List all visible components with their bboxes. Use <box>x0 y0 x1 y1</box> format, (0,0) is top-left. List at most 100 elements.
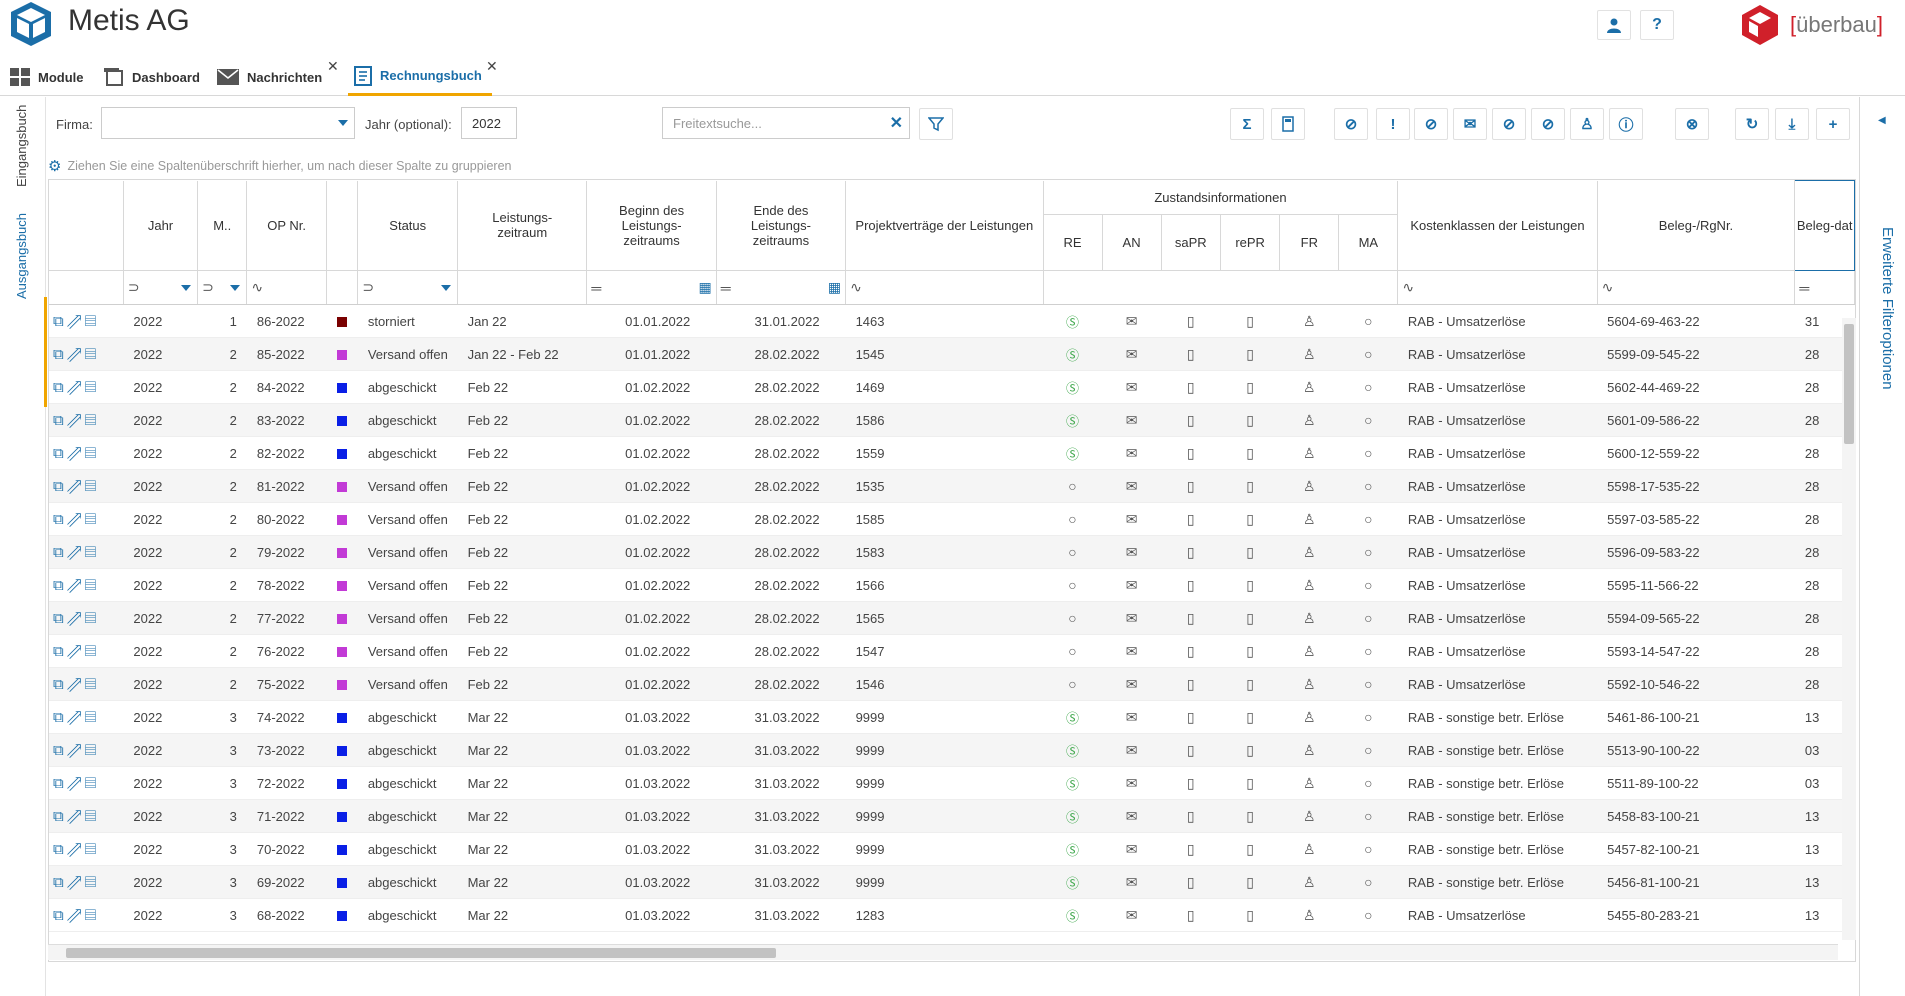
share-icon[interactable]: ⇗ <box>67 544 85 561</box>
cancel-button[interactable]: ⊗ <box>1675 108 1709 140</box>
clipboard-icon[interactable]: ▯ <box>1187 874 1195 890</box>
share-icon[interactable]: ⇗ <box>67 610 85 627</box>
clipboard-icon[interactable]: ▯ <box>1187 412 1195 428</box>
close-tab-nachrichten-icon[interactable]: ✕ <box>327 58 339 75</box>
circle-icon[interactable]: ○ <box>1068 676 1076 692</box>
envelope-open-icon[interactable]: ✉ <box>1126 775 1138 791</box>
circle-icon[interactable]: ○ <box>1364 346 1372 362</box>
pdf-icon[interactable]: ▤ <box>85 445 99 462</box>
clipboard-icon[interactable]: ▯ <box>1246 907 1254 923</box>
share-icon[interactable]: ⇗ <box>67 379 85 396</box>
share-icon[interactable]: ⇗ <box>67 874 85 891</box>
clipboard-icon[interactable]: ▯ <box>1246 742 1254 758</box>
pdf-icon[interactable]: ▤ <box>85 577 99 594</box>
advanced-filter-label[interactable]: Erweiterte Filteroptionen <box>1879 227 1896 390</box>
pdf-icon[interactable]: ▤ <box>85 907 99 924</box>
table-row[interactable]: ⧉⇗▤ 2022 2 85-2022 Versand offen Jan 22 … <box>49 337 1855 371</box>
calendar-icon[interactable]: ▦ <box>699 279 712 296</box>
tab-module[interactable]: Module <box>10 58 84 96</box>
clipboard-icon[interactable]: ▯ <box>1246 313 1254 329</box>
header-repr[interactable]: rePR <box>1220 214 1281 271</box>
table-row[interactable]: ⧉⇗▤ 2022 2 84-2022 abgeschickt Feb 22 01… <box>49 370 1855 404</box>
circle-icon[interactable]: ○ <box>1364 742 1372 758</box>
clipboard-icon[interactable]: ▯ <box>1187 511 1195 527</box>
search-input[interactable]: Freitextsuche... ✕ <box>662 107 910 139</box>
table-row[interactable]: ⧉⇗▤ 2022 2 75-2022 Versand offen Feb 22 … <box>49 667 1855 701</box>
clipboard-icon[interactable]: ▯ <box>1187 610 1195 626</box>
pdf-icon[interactable]: ▤ <box>85 709 99 726</box>
side-tab-eingangsbuch[interactable]: Eingangsbuch <box>14 105 29 187</box>
hide-button-1[interactable]: ⊘ <box>1414 108 1448 140</box>
clipboard-icon[interactable]: ▯ <box>1246 346 1254 362</box>
envelope-open-icon[interactable]: ✉ <box>1126 379 1138 395</box>
filter-cell-kosten[interactable]: ∿ <box>1397 270 1598 305</box>
table-row[interactable]: ⧉⇗▤ 2022 1 86-2022 storniert Jan 22 01.0… <box>49 304 1855 338</box>
dollar-circle-icon[interactable]: Ⓢ <box>1066 744 1079 759</box>
download-button[interactable]: ⤓ <box>1775 108 1809 140</box>
table-row[interactable]: ⧉⇗▤ 2022 3 70-2022 abgeschickt Mar 22 01… <box>49 832 1855 866</box>
copy-icon[interactable]: ⧉ <box>53 610 67 627</box>
user-icon[interactable]: ♙ <box>1303 544 1316 560</box>
header-projektvertraege[interactable]: Projektverträge der Leistungen <box>845 180 1044 271</box>
clipboard-icon[interactable]: ▯ <box>1246 610 1254 626</box>
pdf-icon[interactable]: ▤ <box>85 610 99 627</box>
filter-cell-projekt[interactable]: ∿ <box>845 270 1044 305</box>
circle-icon[interactable]: ○ <box>1068 643 1076 659</box>
user-icon[interactable]: ♙ <box>1303 775 1316 791</box>
help-button[interactable]: ? <box>1640 10 1674 40</box>
clipboard-icon[interactable]: ▯ <box>1187 445 1195 461</box>
clipboard-icon[interactable]: ▯ <box>1187 808 1195 824</box>
clipboard-icon[interactable]: ▯ <box>1246 577 1254 593</box>
pdf-icon[interactable]: ▤ <box>85 808 99 825</box>
user-icon[interactable]: ♙ <box>1303 313 1316 329</box>
copy-icon[interactable]: ⧉ <box>53 544 67 561</box>
dollar-circle-icon[interactable]: Ⓢ <box>1066 414 1079 429</box>
envelope-open-icon[interactable]: ✉ <box>1126 511 1138 527</box>
share-icon[interactable]: ⇗ <box>67 445 85 462</box>
user-icon[interactable]: ♙ <box>1303 577 1316 593</box>
share-icon[interactable]: ⇗ <box>67 841 85 858</box>
sum-button[interactable]: Σ <box>1230 108 1264 140</box>
user-icon[interactable]: ♙ <box>1303 874 1316 890</box>
clipboard-icon[interactable]: ▯ <box>1187 577 1195 593</box>
table-row[interactable]: ⧉⇗▤ 2022 3 73-2022 abgeschickt Mar 22 01… <box>49 733 1855 767</box>
share-icon[interactable]: ⇗ <box>67 478 85 495</box>
circle-icon[interactable]: ○ <box>1364 775 1372 791</box>
clipboard-icon[interactable]: ▯ <box>1246 841 1254 857</box>
circle-icon[interactable]: ○ <box>1068 544 1076 560</box>
firma-select[interactable] <box>101 107 355 139</box>
copy-icon[interactable]: ⧉ <box>53 907 67 924</box>
copy-icon[interactable]: ⧉ <box>53 742 67 759</box>
dollar-circle-icon[interactable]: Ⓢ <box>1066 381 1079 396</box>
pdf-icon[interactable]: ▤ <box>85 379 99 396</box>
pdf-icon[interactable]: ▤ <box>85 412 99 429</box>
circle-icon[interactable]: ○ <box>1068 610 1076 626</box>
vertical-scroll-thumb[interactable] <box>1844 324 1854 444</box>
envelope-open-icon[interactable]: ✉ <box>1126 742 1138 758</box>
copy-icon[interactable]: ⧉ <box>53 478 67 495</box>
clipboard-icon[interactable]: ▯ <box>1187 643 1195 659</box>
copy-icon[interactable]: ⧉ <box>53 676 67 693</box>
table-row[interactable]: ⧉⇗▤ 2022 2 77-2022 Versand offen Feb 22 … <box>49 601 1855 635</box>
clipboard-icon[interactable]: ▯ <box>1246 775 1254 791</box>
clipboard-icon[interactable]: ▯ <box>1246 445 1254 461</box>
envelope-open-icon[interactable]: ✉ <box>1126 709 1138 725</box>
filter-cell-jahr[interactable]: ⊃ <box>123 270 199 305</box>
clipboard-off-button-2[interactable]: ⊘ <box>1531 108 1565 140</box>
clipboard-icon[interactable]: ▯ <box>1187 742 1195 758</box>
envelope-open-icon[interactable]: ✉ <box>1126 445 1138 461</box>
user-icon[interactable]: ♙ <box>1303 346 1316 362</box>
clipboard-icon[interactable]: ▯ <box>1187 313 1195 329</box>
table-row[interactable]: ⧉⇗▤ 2022 3 69-2022 abgeschickt Mar 22 01… <box>49 865 1855 899</box>
copy-icon[interactable]: ⧉ <box>53 874 67 891</box>
envelope-open-icon[interactable]: ✉ <box>1126 874 1138 890</box>
share-icon[interactable]: ⇗ <box>67 511 85 528</box>
copy-icon[interactable]: ⧉ <box>53 511 67 528</box>
user-icon[interactable]: ♙ <box>1303 412 1316 428</box>
user-filter-button[interactable]: ♙ <box>1570 108 1604 140</box>
circle-icon[interactable]: ○ <box>1364 511 1372 527</box>
circle-icon[interactable]: ○ <box>1364 676 1372 692</box>
table-row[interactable]: ⧉⇗▤ 2022 3 72-2022 abgeschickt Mar 22 01… <box>49 766 1855 800</box>
tab-dashboard[interactable]: Dashboard <box>104 58 200 96</box>
header-ende[interactable]: Ende des Leistungs-zeitraums <box>716 180 847 271</box>
